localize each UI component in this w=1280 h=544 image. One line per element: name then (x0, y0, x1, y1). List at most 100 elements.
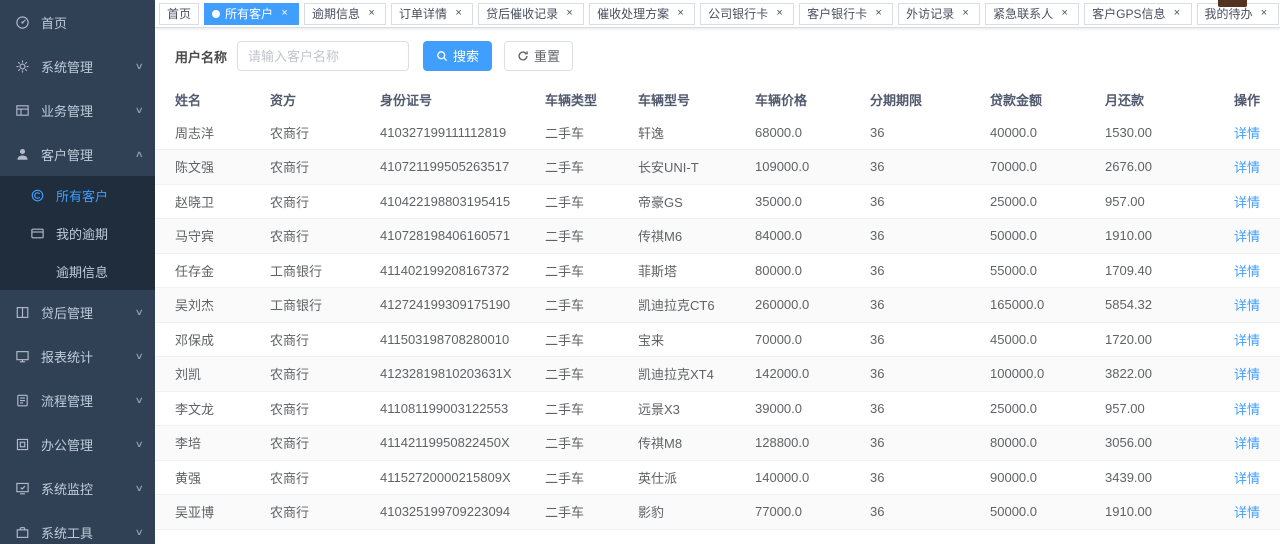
detail-link[interactable]: 详情 (1234, 195, 1260, 210)
cell-action: 详情 (1190, 391, 1280, 426)
close-icon[interactable]: × (959, 7, 972, 20)
cell-funder: 农商行 (270, 495, 380, 530)
reset-button[interactable]: 重置 (504, 41, 573, 71)
sidebar-item-system-tools[interactable]: 系统工具∨ (0, 510, 155, 544)
detail-link[interactable]: 详情 (1234, 160, 1260, 175)
tab-10[interactable]: 客户GPS信息× (1084, 3, 1191, 25)
cell-partial (638, 529, 755, 544)
cell-loan_amount: 165000.0 (990, 288, 1105, 323)
detail-link[interactable]: 详情 (1234, 402, 1260, 417)
cell-vehicle_type: 二手车 (545, 253, 638, 288)
cell-loan_amount: 25000.0 (990, 391, 1105, 426)
gear-icon (15, 59, 30, 74)
tab-1[interactable]: 所有客户 × (204, 3, 299, 25)
sidebar-item-label: 报表统计 (41, 347, 132, 366)
tab-6[interactable]: 公司银行卡× (700, 3, 794, 25)
cell-id_number: 411081199003122553 (380, 391, 545, 426)
sidebar-item-business-management[interactable]: 业务管理∨ (0, 88, 155, 132)
post-loan-icon (15, 305, 30, 320)
cell-funder: 工商银行 (270, 288, 380, 323)
sidebar-item-process-management[interactable]: 流程管理∨ (0, 378, 155, 422)
cell-vehicle_type: 二手车 (545, 115, 638, 150)
cell-partial (1105, 529, 1190, 544)
detail-link[interactable]: 详情 (1234, 436, 1260, 451)
detail-link[interactable]: 详情 (1234, 505, 1260, 520)
sidebar-item-all-customers[interactable]: 所有客户 (0, 176, 155, 214)
close-icon[interactable]: × (563, 7, 576, 20)
sidebar-item-my-overdue[interactable]: 我的逾期 (0, 214, 155, 252)
tab-0[interactable]: 首页 (159, 3, 199, 25)
tab-7[interactable]: 客户银行卡× (799, 3, 893, 25)
column-header-7: 贷款金额 (990, 84, 1105, 115)
close-icon[interactable]: × (773, 7, 786, 20)
cell-name: 陈文强 (155, 150, 270, 185)
refresh-icon (517, 50, 529, 62)
detail-link[interactable]: 详情 (1234, 264, 1260, 279)
table-row: 刘凯农商行41232819810203631X二手车凯迪拉克XT4142000.… (155, 357, 1280, 392)
close-icon[interactable]: × (1171, 7, 1184, 20)
sidebar-item-system-management[interactable]: 系统管理∨ (0, 44, 155, 88)
cell-vehicle_type: 二手车 (545, 495, 638, 530)
close-icon[interactable]: × (278, 7, 291, 20)
cell-vehicle_model: 长安UNI-T (638, 150, 755, 185)
cell-vehicle_price: 109000.0 (755, 150, 870, 185)
sidebar-item-label: 我的逾期 (56, 224, 143, 243)
cell-id_number: 41142119950822450X (380, 426, 545, 461)
detail-link[interactable]: 详情 (1234, 229, 1260, 244)
cell-name: 马守宾 (155, 219, 270, 254)
close-icon[interactable]: × (365, 7, 378, 20)
cell-loan_amount: 40000.0 (990, 115, 1105, 150)
report-icon (15, 349, 30, 364)
chevron-down-icon: ∨ (135, 61, 144, 72)
close-icon[interactable]: × (1058, 7, 1071, 20)
cell-funder: 农商行 (270, 184, 380, 219)
close-icon[interactable]: × (1258, 7, 1271, 20)
detail-link[interactable]: 详情 (1234, 333, 1260, 348)
customers-table: 姓名资方身份证号车辆类型车辆型号车辆价格分期期限贷款金额月还款操作 周志洋农商行… (155, 84, 1280, 544)
cell-term: 36 (870, 426, 990, 461)
detail-link[interactable]: 详情 (1234, 471, 1260, 486)
tab-2[interactable]: 逾期信息× (304, 3, 386, 25)
close-icon[interactable]: × (452, 7, 465, 20)
cell-loan_amount: 100000.0 (990, 357, 1105, 392)
sidebar-item-system-monitor[interactable]: 系统监控∨ (0, 466, 155, 510)
detail-link[interactable]: 详情 (1234, 367, 1260, 382)
sidebar-item-customer-management[interactable]: 客户管理∧ (0, 132, 155, 176)
tab-9[interactable]: 紧急联系人× (985, 3, 1079, 25)
cell-vehicle_price: 77000.0 (755, 495, 870, 530)
detail-link[interactable]: 详情 (1234, 298, 1260, 313)
cell-id_number: 411503198708280010 (380, 322, 545, 357)
sidebar-item-office-management[interactable]: 办公管理∨ (0, 422, 155, 466)
sidebar-item-label: 逾期信息 (56, 262, 143, 281)
sidebar-item-post-loan-management[interactable]: 贷后管理∨ (0, 290, 155, 334)
close-icon[interactable]: × (674, 7, 687, 20)
cell-vehicle_price: 140000.0 (755, 460, 870, 495)
detail-link[interactable]: 详情 (1234, 126, 1260, 141)
sidebar-item-report-statistics[interactable]: 报表统计∨ (0, 334, 155, 378)
tab-5[interactable]: 催收处理方案× (589, 3, 695, 25)
sidebar-item-home[interactable]: 首页 (0, 0, 155, 44)
table-row: 黄强农商行41152720000215809X二手车英仕派140000.0369… (155, 460, 1280, 495)
tab-label: 外访记录 (906, 8, 954, 20)
cell-loan_amount: 90000.0 (990, 460, 1105, 495)
sidebar-item-label: 系统监控 (41, 479, 132, 498)
table-row-partial (155, 529, 1280, 544)
cell-term: 36 (870, 150, 990, 185)
cell-term: 36 (870, 357, 990, 392)
tab-3[interactable]: 订单详情× (391, 3, 473, 25)
sidebar-item-overdue-info[interactable]: 逾期信息 (0, 252, 155, 290)
tab-8[interactable]: 外访记录 × (898, 3, 980, 25)
cell-term: 36 (870, 219, 990, 254)
tab-label: 我的待办 (1205, 8, 1253, 20)
table-row: 陈文强农商行410721199505263517二手车长安UNI-T109000… (155, 150, 1280, 185)
close-icon[interactable]: × (872, 7, 885, 20)
cell-vehicle_price: 128800.0 (755, 426, 870, 461)
active-tab-dot (212, 10, 220, 18)
tab-4[interactable]: 贷后催收记录× (478, 3, 584, 25)
customer-name-input[interactable] (237, 41, 409, 71)
cell-funder: 工商银行 (270, 253, 380, 288)
column-header-6: 分期期限 (870, 84, 990, 115)
cell-term: 36 (870, 460, 990, 495)
tab-label: 所有客户 (225, 8, 273, 20)
search-button[interactable]: 搜索 (423, 41, 492, 71)
